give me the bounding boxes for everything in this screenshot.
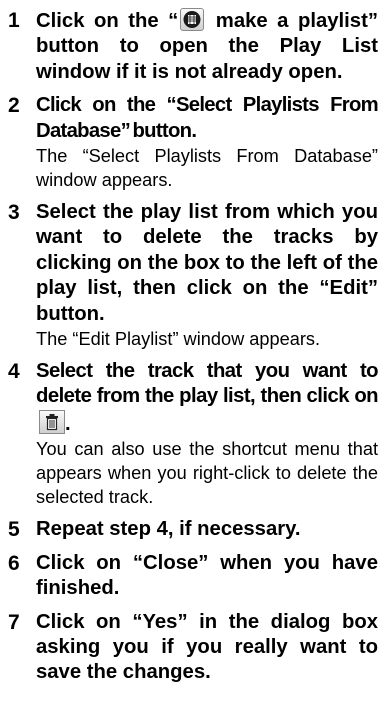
step-number: 3 <box>8 201 20 225</box>
step-text-end: . <box>65 412 71 435</box>
step-text: Click on the “ <box>36 10 179 32</box>
step-text: Select the track that you want to delete… <box>36 360 379 408</box>
step-3: 3 Select the play list from which you wa… <box>6 200 378 351</box>
step-instruction: Select the track that you want to delete… <box>36 359 379 437</box>
step-text: Click on “Close” when you have finished. <box>36 551 378 600</box>
step-1: 1 Click on the “ make a playlist” button… <box>6 8 378 85</box>
step-number: 6 <box>8 551 20 575</box>
step-text: Repeat step 4, if necessary. <box>36 518 301 541</box>
step-5: 5 Repeat step 4, if necessary. <box>6 517 378 542</box>
step-number: 7 <box>8 610 20 634</box>
step-4: 4 Select the track that you want to dele… <box>6 359 379 509</box>
step-note: The “Edit Playlist” window appears. <box>36 329 321 350</box>
instruction-page: 1 Click on the “ make a playlist” button… <box>0 0 386 716</box>
step-text: Click on the “Select Playlists From Data… <box>36 94 379 142</box>
step-7: 7 Click on “Yes” in the dialog box askin… <box>6 610 378 686</box>
step-2: 2 Click on the “Select Playlists From Da… <box>6 93 379 192</box>
step-number: 5 <box>8 518 20 542</box>
playlist-record-icon <box>180 8 205 31</box>
step-number: 1 <box>8 9 20 32</box>
step-note: The “Select Playlists From Database” win… <box>36 146 378 191</box>
step-number: 2 <box>8 94 20 118</box>
trash-icon <box>39 409 65 434</box>
step-number: 4 <box>8 360 20 384</box>
step-instruction: Click on the “ make a playlist” button t… <box>36 8 378 85</box>
step-6: 6 Click on “Close” when you have finishe… <box>6 551 378 602</box>
step-text: Click on “Yes” in the dialog box asking … <box>36 610 378 684</box>
step-note: You can also use the shortcut menu that … <box>36 439 378 508</box>
step-text: Select the play list from which you want… <box>36 201 378 325</box>
